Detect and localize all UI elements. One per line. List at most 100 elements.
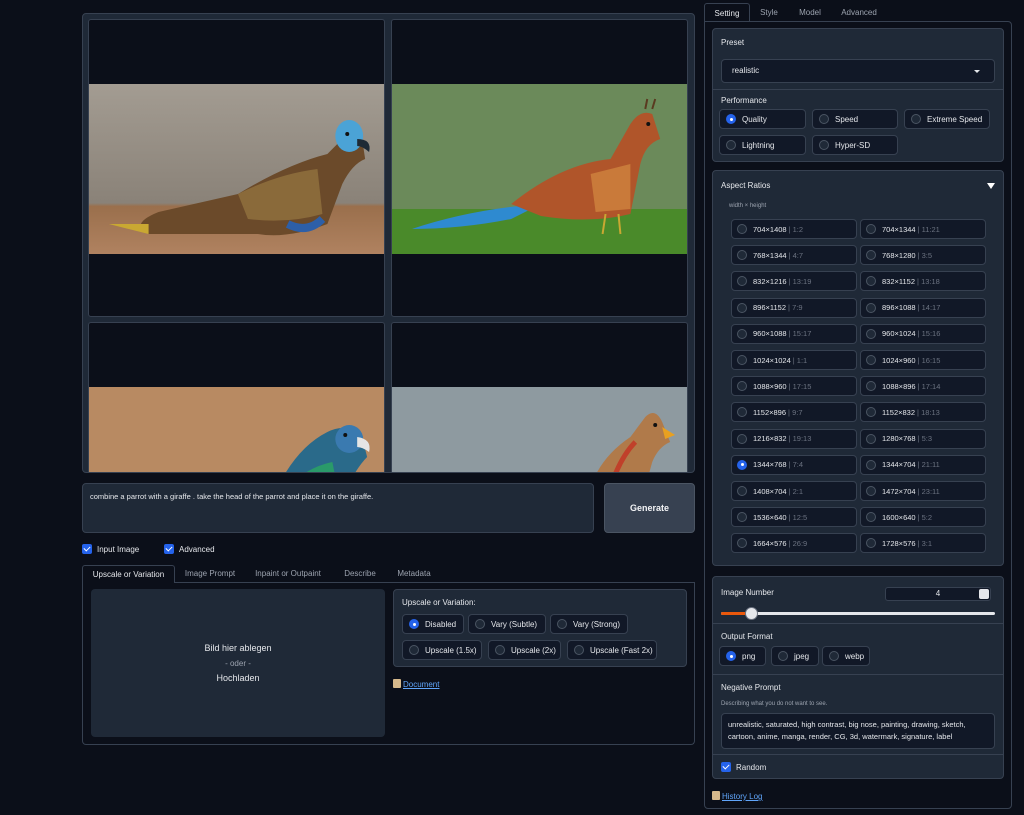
aspect-ratio-option[interactable]: 1600×640 | 5:2 — [860, 507, 986, 528]
input-image-checkbox[interactable]: Input Image — [82, 544, 139, 554]
upscale-option-fast-2x[interactable]: Upscale (Fast 2x) — [567, 640, 657, 660]
aspect-ratio-size: 1664×576 — [753, 538, 787, 548]
performance-option-lightning[interactable]: Lightning — [719, 135, 806, 155]
tab-upscale-or-variation[interactable]: Upscale or Variation — [82, 565, 175, 583]
aspect-ratio-option[interactable]: 960×1088 | 15:17 — [731, 323, 857, 344]
image-dropzone[interactable]: Bild hier ablegen - oder - Hochladen — [91, 589, 385, 737]
tab-metadata[interactable]: Metadata — [391, 565, 437, 583]
tab-model[interactable]: Model — [792, 3, 828, 22]
aspect-ratio-option[interactable]: 1728×576 | 3:1 — [860, 533, 986, 554]
upscale-option-vary-strong[interactable]: Vary (Strong) — [550, 614, 628, 634]
performance-option-quality[interactable]: Quality — [719, 109, 806, 129]
aspect-ratio-option[interactable]: 1088×960 | 17:15 — [731, 376, 857, 397]
aspect-ratio-option[interactable]: 1088×896 | 17:14 — [860, 376, 986, 397]
aspect-ratio-option[interactable]: 1344×768 | 7:4 — [731, 454, 857, 475]
parrot-giraffe-image-4 — [392, 387, 687, 472]
generate-button[interactable]: Generate — [604, 483, 695, 533]
aspect-ratio-option[interactable]: 1344×704 | 21:11 — [860, 454, 986, 475]
output-format-webp[interactable]: webp — [822, 646, 870, 666]
aspect-ratio-size: 704×1408 — [753, 224, 787, 234]
aspect-ratio-option[interactable]: 768×1280 | 3:5 — [860, 245, 986, 266]
number-stepper-icon[interactable] — [979, 589, 989, 599]
radio-icon — [866, 433, 876, 444]
aspect-ratio-option[interactable]: 1664×576 | 26:9 — [731, 533, 857, 554]
output-format-jpeg[interactable]: jpeg — [771, 646, 819, 666]
aspect-ratio-ratio: | 18:13 — [917, 407, 940, 417]
dropzone-upload: Hochladen — [216, 672, 260, 683]
aspect-ratio-option[interactable]: 832×1152 | 13:18 — [860, 271, 986, 292]
aspect-ratio-option[interactable]: 1472×704 | 23:11 — [860, 481, 986, 501]
performance-option-hyper-sd[interactable]: Hyper-SD — [812, 135, 898, 155]
aspect-ratio-option[interactable]: 704×1344 | 11:21 — [860, 219, 986, 239]
random-checkbox[interactable]: Random — [721, 762, 766, 772]
radio-icon — [737, 433, 747, 444]
history-log-link[interactable]: History Log — [712, 791, 762, 801]
option-label: Upscale (2x) — [511, 645, 556, 655]
tab-inpaint-or-outpaint[interactable]: Inpaint or Outpaint — [248, 565, 328, 583]
aspect-ratio-option[interactable]: 832×1216 | 13:19 — [731, 271, 857, 292]
aspect-ratio-option[interactable]: 960×1024 | 15:16 — [860, 323, 986, 344]
aspect-ratio-option[interactable]: 704×1408 | 1:2 — [731, 219, 857, 239]
image-options-block: Image Number 4 Output Format png jpeg we… — [712, 576, 1004, 779]
slider-thumb[interactable] — [745, 607, 759, 620]
radio-icon — [819, 140, 829, 150]
output-format-label: Output Format — [721, 632, 773, 641]
aspect-ratio-option[interactable]: 1280×768 | 5:3 — [860, 428, 986, 449]
advanced-checkbox[interactable]: Advanced — [164, 544, 215, 554]
settings-panel: Preset realistic Performance Quality Spe… — [704, 21, 1012, 809]
performance-option-extreme-speed[interactable]: Extreme Speed — [904, 109, 990, 129]
negative-prompt-input[interactable]: unrealistic, saturated, high contrast, b… — [721, 713, 995, 749]
aspect-ratio-size: 1600×640 — [882, 512, 916, 522]
option-label: Quality — [742, 114, 767, 124]
aspect-ratio-option[interactable]: 1024×1024 | 1:1 — [731, 350, 857, 370]
gallery-image-4[interactable] — [391, 322, 688, 472]
aspect-ratio-size: 1280×768 — [882, 434, 916, 444]
upscale-option-1-5x[interactable]: Upscale (1.5x) — [402, 640, 482, 660]
divider — [713, 674, 1003, 675]
tab-image-prompt[interactable]: Image Prompt — [178, 565, 242, 583]
option-label: png — [742, 651, 756, 661]
checkbox-checked-icon — [82, 544, 92, 554]
image-number-input[interactable]: 4 — [885, 587, 991, 601]
gallery-image-1[interactable] — [88, 19, 385, 317]
aspect-ratio-option[interactable]: 896×1088 | 14:17 — [860, 297, 986, 318]
aspect-ratio-size: 1088×960 — [753, 381, 787, 391]
upscale-option-disabled[interactable]: Disabled — [402, 614, 464, 634]
prompt-input[interactable]: combine a parrot with a giraffe . take t… — [82, 483, 594, 533]
performance-option-speed[interactable]: Speed — [812, 109, 898, 129]
image-number-slider[interactable] — [721, 607, 995, 620]
aspect-ratio-ratio: | 4:7 — [788, 250, 804, 260]
option-label: Upscale (Fast 2x) — [590, 645, 653, 655]
gallery-image-2[interactable] — [391, 19, 688, 317]
aspect-ratio-option[interactable]: 768×1344 | 4:7 — [731, 245, 857, 266]
upscale-option-vary-subtle[interactable]: Vary (Subtle) — [468, 614, 546, 634]
aspect-ratio-option[interactable]: 1152×832 | 18:13 — [860, 402, 986, 423]
tab-advanced[interactable]: Advanced — [834, 3, 884, 22]
option-label: Speed — [835, 114, 859, 124]
aspect-ratio-option[interactable]: 1536×640 | 12:5 — [731, 507, 857, 528]
tab-describe[interactable]: Describe — [340, 565, 380, 583]
aspect-ratio-ratio: | 26:9 — [788, 538, 808, 548]
output-format-png[interactable]: png — [719, 646, 766, 666]
aspect-ratio-size: 1728×576 — [882, 538, 916, 548]
aspect-ratio-option[interactable]: 1408×704 | 2:1 — [731, 481, 857, 501]
tab-style[interactable]: Style — [754, 3, 784, 22]
aspect-ratio-option[interactable]: 1024×960 | 16:15 — [860, 350, 986, 370]
aspect-ratio-option[interactable]: 896×1152 | 7:9 — [731, 297, 857, 318]
radio-icon — [778, 651, 788, 661]
aspect-ratio-option[interactable]: 1216×832 | 19:13 — [731, 428, 857, 449]
performance-label: Performance — [721, 96, 767, 105]
settings-tabs: Setting Style Model Advanced — [704, 3, 1012, 22]
parrot-giraffe-image-2 — [392, 84, 687, 254]
document-link[interactable]: Document — [393, 679, 439, 689]
gallery-image-3[interactable] — [88, 322, 385, 472]
option-label: Hyper-SD — [835, 140, 871, 150]
preset-label: Preset — [721, 38, 745, 47]
aspect-ratio-option[interactable]: 1152×896 | 9:7 — [731, 402, 857, 423]
preset-select[interactable]: realistic — [721, 59, 995, 83]
upscale-option-2x[interactable]: Upscale (2x) — [488, 640, 561, 660]
collapse-triangle-icon[interactable] — [987, 183, 995, 189]
aspect-ratio-ratio: | 3:1 — [917, 538, 933, 548]
aspect-ratio-size: 1088×896 — [882, 381, 916, 391]
tab-setting[interactable]: Setting — [704, 3, 750, 22]
